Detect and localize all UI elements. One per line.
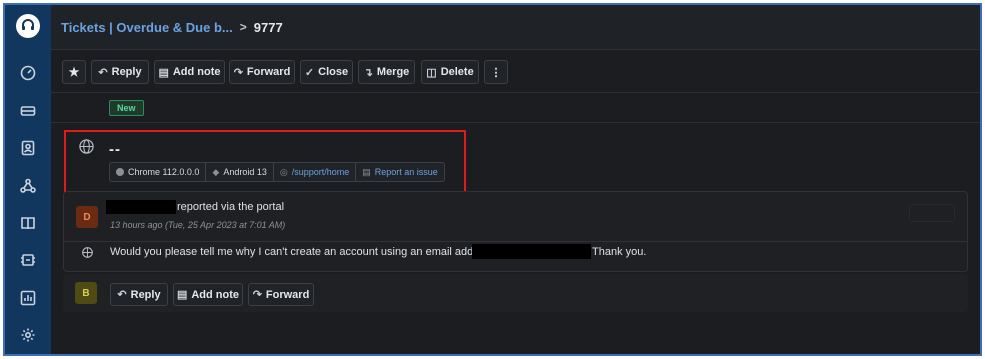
- message-text: Would you please tell me why I can't cre…: [110, 246, 507, 258]
- reply-bar-forward-button[interactable]: ↷ Forward: [248, 283, 314, 306]
- forward-icon: ↷: [252, 289, 262, 301]
- message-closing: Thank you.: [592, 246, 647, 258]
- report-issue-link[interactable]: Report an issue: [375, 167, 438, 177]
- reply-bar-reply-button[interactable]: ↶ Reply: [110, 283, 168, 306]
- breadcrumb-separator: >: [239, 20, 247, 34]
- globe-icon: [79, 139, 94, 154]
- reports-icon[interactable]: [18, 288, 38, 308]
- conversation-thread: D reported via the portal 13 hours ago (…: [63, 191, 968, 272]
- browser-label: Chrome 112.0.0.0: [128, 167, 200, 177]
- close-button[interactable]: ✓ Close: [300, 60, 353, 84]
- note-icon: ▤: [176, 289, 188, 301]
- reply-bar-add-note-label: Add note: [191, 288, 240, 301]
- note-icon: ▤: [158, 66, 169, 79]
- ticket-meta-highlight: -- Chrome 112.0.0.0 ◆ Android 13 ◎ /supp…: [64, 130, 466, 193]
- knowledge-base-icon[interactable]: [18, 213, 38, 233]
- reply-icon: ↶: [98, 66, 108, 79]
- reply-bar: B ↶ Reply ▤ Add note ↷ Forward: [63, 274, 968, 312]
- ticket-toolbar: ★ ↶ Reply ▤ Add note ↷ Forward ✓ Close ↴…: [51, 51, 980, 93]
- document-icon: ▤: [362, 166, 371, 177]
- delete-button[interactable]: ◫ Delete: [421, 60, 479, 84]
- add-note-button[interactable]: ▤ Add note: [154, 60, 225, 84]
- reply-button[interactable]: ↶ Reply: [91, 60, 149, 84]
- star-button[interactable]: ★: [62, 60, 86, 84]
- breadcrumb: Tickets | Overdue & Due b... > 9777: [51, 5, 980, 50]
- reply-label: Reply: [111, 66, 142, 78]
- report-issue-chip[interactable]: ▤ Report an issue: [356, 163, 444, 181]
- contacts-icon[interactable]: [18, 138, 38, 158]
- os-label: Android 13: [223, 167, 267, 177]
- check-circle-icon: ✓: [304, 66, 315, 79]
- forward-label: Forward: [246, 66, 291, 78]
- settings-icon[interactable]: [18, 325, 38, 345]
- thread-action-button[interactable]: [909, 204, 955, 222]
- chrome-icon: [116, 168, 124, 176]
- redacted-email: [472, 244, 591, 259]
- more-icon: ⋮: [490, 66, 502, 79]
- device-info-chips: Chrome 112.0.0.0 ◆ Android 13 ◎ /support…: [109, 162, 445, 182]
- os-chip: ◆ Android 13: [206, 163, 274, 181]
- ticket-content: New -- Chrome 112.0.0.0 ◆ Android 13 ◎ /…: [51, 94, 980, 354]
- status-row: New: [51, 94, 980, 123]
- thread-header: D reported via the portal 13 hours ago (…: [64, 192, 967, 242]
- trash-icon: ◫: [426, 66, 437, 79]
- headset-logo-icon: [22, 19, 34, 30]
- requester-avatar: D: [76, 206, 98, 228]
- reply-bar-forward-label: Forward: [265, 288, 310, 301]
- forward-icon: ↷: [233, 66, 243, 79]
- reply-bar-add-note-button[interactable]: ▤ Add note: [173, 283, 243, 306]
- forward-button[interactable]: ↷ Forward: [229, 60, 295, 84]
- tickets-icon[interactable]: [18, 101, 38, 121]
- automation-icon[interactable]: [18, 250, 38, 270]
- more-options-button[interactable]: ⋮: [484, 60, 508, 84]
- ticket-number: 9777: [253, 19, 283, 35]
- merge-label: Merge: [376, 66, 410, 78]
- delete-label: Delete: [440, 66, 474, 78]
- message-timestamp: 13 hours ago (Tue, 25 Apr 2023 at 7:01 A…: [110, 220, 286, 230]
- agent-avatar: B: [75, 282, 97, 304]
- status-badge: New: [109, 100, 144, 116]
- star-icon: ★: [68, 65, 80, 79]
- reported-via-text: reported via the portal: [177, 201, 285, 213]
- reply-bar-reply-label: Reply: [130, 288, 161, 301]
- groups-icon[interactable]: [18, 176, 38, 196]
- breadcrumb-tickets-link[interactable]: Tickets | Overdue & Due b...: [61, 20, 233, 35]
- ticket-subject: --: [109, 141, 121, 158]
- merge-icon: ↴: [363, 66, 373, 79]
- close-label: Close: [318, 66, 349, 78]
- sidebar: [5, 5, 51, 354]
- redacted-requester-name: [106, 200, 176, 214]
- app-window: Tickets | Overdue & Due b... > 9777 ★ ↶ …: [3, 3, 982, 356]
- browser-chip: Chrome 112.0.0.0: [110, 163, 207, 181]
- app-logo[interactable]: [16, 14, 40, 38]
- dashboard-icon[interactable]: [18, 63, 38, 83]
- merge-button[interactable]: ↴ Merge: [358, 60, 415, 84]
- add-note-label: Add note: [172, 66, 221, 78]
- globe-small-icon: ◎: [279, 166, 288, 177]
- page-link[interactable]: /support/home: [292, 167, 350, 177]
- reply-icon: ↶: [117, 289, 127, 301]
- message-globe-icon: [82, 247, 93, 258]
- android-icon: ◆: [212, 166, 220, 177]
- page-link-chip[interactable]: ◎ /support/home: [274, 163, 357, 181]
